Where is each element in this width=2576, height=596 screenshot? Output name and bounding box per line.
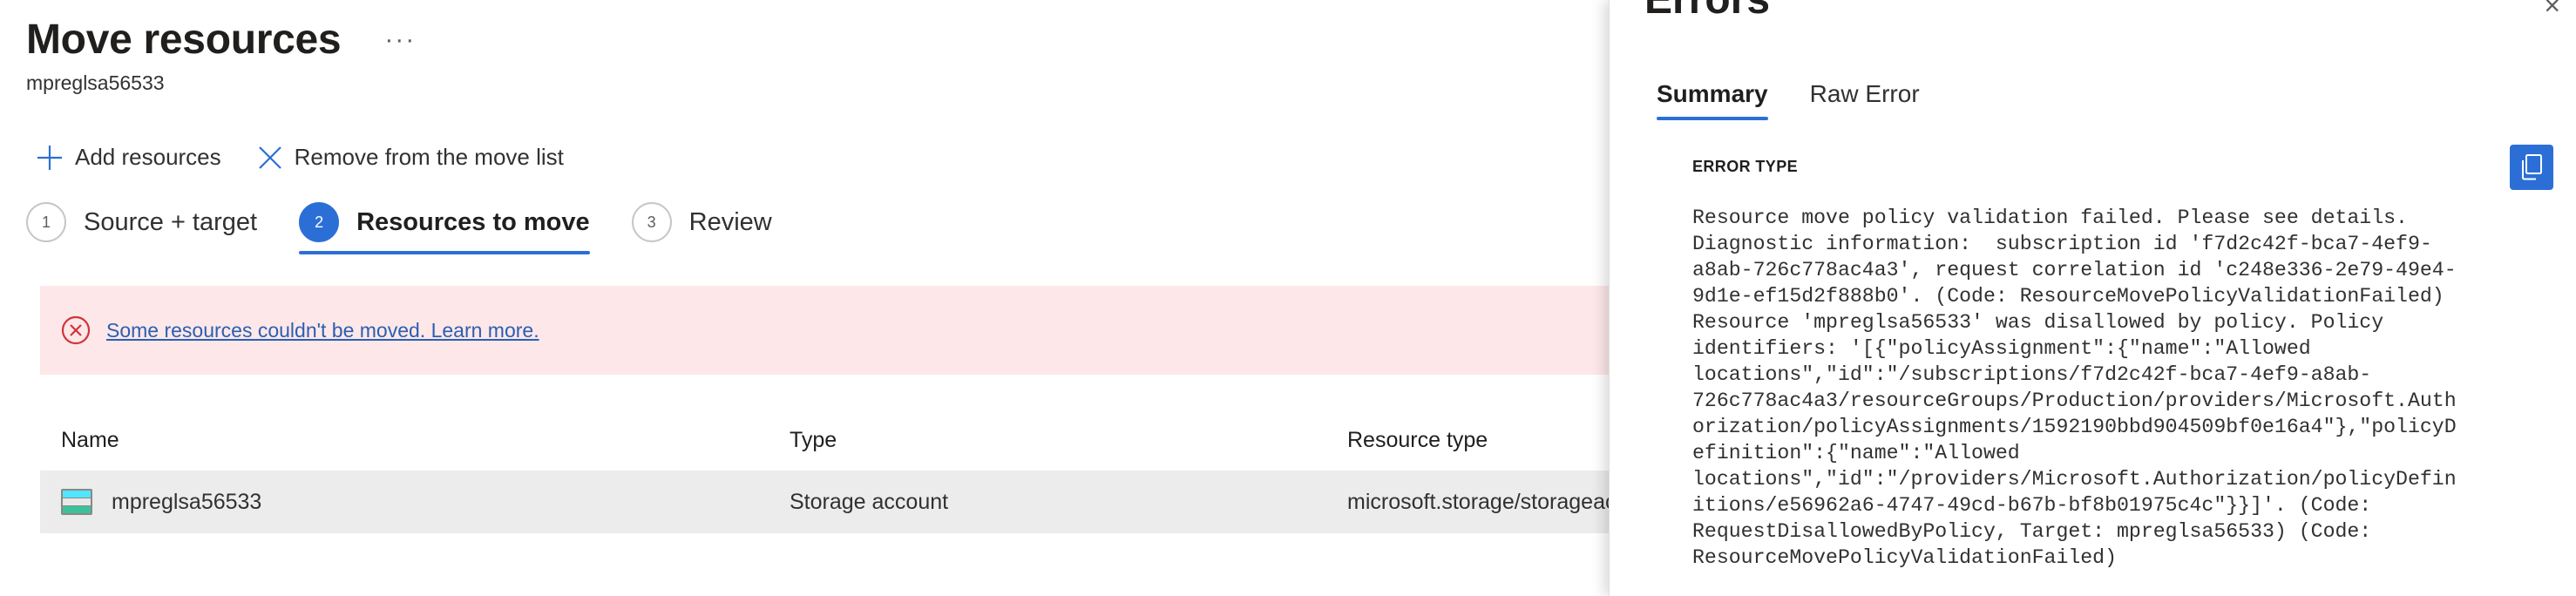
resource-name: mpreglsa56533 bbox=[112, 489, 262, 514]
step-source-target[interactable]: 1 Source + target bbox=[26, 202, 257, 254]
step-review[interactable]: 3 Review bbox=[631, 202, 772, 254]
toolbar: Add resources Remove from the move list bbox=[37, 144, 600, 171]
remove-from-move-list-label: Remove from the move list bbox=[294, 144, 564, 170]
close-panel-button[interactable]: × bbox=[2544, 0, 2560, 22]
copy-button[interactable] bbox=[2510, 145, 2553, 190]
step-label: Source + target bbox=[84, 207, 258, 236]
move-resources-page: Move resources ··· mpreglsa56533 Add res… bbox=[0, 0, 1609, 596]
plus-icon bbox=[37, 145, 62, 170]
column-header-resource-type[interactable]: Resource type bbox=[1347, 428, 1609, 453]
column-header-name[interactable]: Name bbox=[40, 428, 790, 453]
error-alert-banner: Some resources couldn't be moved. Learn … bbox=[40, 286, 1609, 375]
error-tabs: Summary Raw Error bbox=[1657, 80, 1962, 120]
error-circle-icon bbox=[61, 315, 91, 345]
title-row: Move resources ··· bbox=[26, 16, 416, 64]
more-options-button[interactable]: ··· bbox=[384, 26, 416, 53]
learn-more-link[interactable]: Some resources couldn't be moved. Learn … bbox=[106, 319, 539, 342]
step-label: Resources to move bbox=[356, 207, 590, 236]
cell-type: Storage account bbox=[790, 489, 949, 514]
wizard-steps: 1 Source + target 2 Resources to move 3 … bbox=[26, 202, 814, 254]
close-x-icon bbox=[258, 146, 281, 169]
table-row[interactable]: mpreglsa56533 Storage account microsoft.… bbox=[40, 471, 1609, 533]
error-details-text: Resource move policy validation failed. … bbox=[1692, 207, 2457, 569]
error-type-label: ERROR TYPE bbox=[1692, 158, 1799, 175]
page-subtitle: mpreglsa56533 bbox=[26, 71, 165, 94]
remove-from-move-list-button[interactable]: Remove from the move list bbox=[258, 144, 564, 171]
step-number: 2 bbox=[299, 202, 340, 242]
tab-summary[interactable]: Summary bbox=[1657, 80, 1768, 120]
copy-icon bbox=[2522, 154, 2542, 180]
step-number: 3 bbox=[631, 202, 672, 242]
step-resources-to-move[interactable]: 2 Resources to move bbox=[299, 202, 590, 254]
add-resources-label: Add resources bbox=[75, 144, 221, 170]
step-label: Review bbox=[688, 207, 772, 236]
cell-name: mpreglsa56533 bbox=[40, 489, 790, 515]
add-resources-button[interactable]: Add resources bbox=[37, 144, 221, 171]
storage-account-icon bbox=[61, 489, 92, 515]
step-number: 1 bbox=[26, 202, 66, 242]
page-title: Move resources bbox=[26, 17, 342, 63]
tab-raw-error[interactable]: Raw Error bbox=[1810, 80, 1920, 120]
table-header: Name Type Resource type bbox=[40, 410, 1609, 471]
column-header-type[interactable]: Type bbox=[790, 428, 1347, 453]
panel-title: Errors bbox=[1644, 0, 1770, 24]
errors-panel: Errors × Summary Raw Error ERROR TYPE Re… bbox=[1609, 0, 2576, 596]
resources-table: Name Type Resource type mpreglsa56533 St… bbox=[40, 410, 1609, 533]
cell-resource-type: microsoft.storage/storageaccounts bbox=[1347, 489, 1609, 514]
